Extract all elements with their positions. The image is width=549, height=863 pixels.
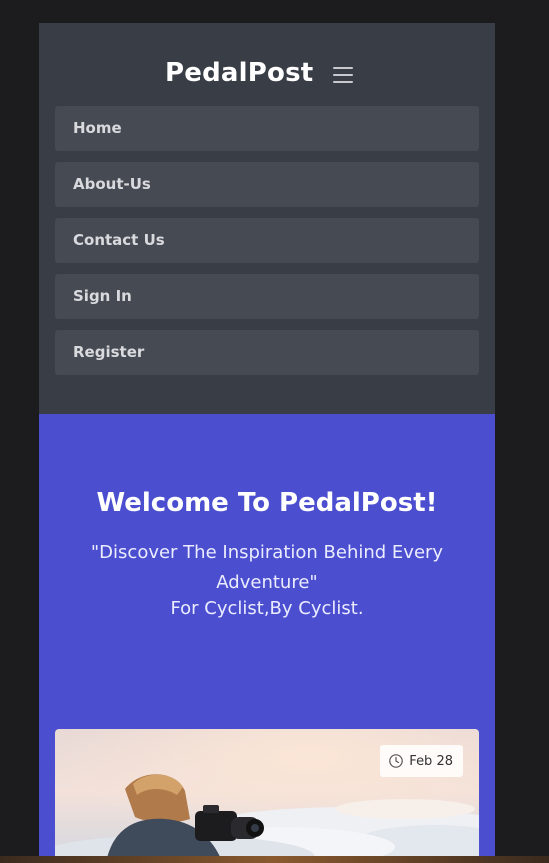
post-date-badge: Feb 28 xyxy=(380,745,463,777)
nav-link-home[interactable]: Home xyxy=(55,106,479,151)
nav-menu: Home About-Us Contact Us Sign In Registe… xyxy=(55,106,479,386)
hero-tagline: For Cyclist,By Cyclist. xyxy=(170,598,364,619)
hero-subtitle: "Discover The Inspiration Behind Every A… xyxy=(90,542,444,593)
nav-link-about-us[interactable]: About-Us xyxy=(55,162,479,207)
hero-title: Welcome To PedalPost! xyxy=(96,488,438,518)
brand-logo[interactable]: PedalPost xyxy=(165,58,313,88)
bottom-edge xyxy=(0,856,549,863)
navbar: PedalPost Home About-Us Contact Us Sign … xyxy=(39,23,495,414)
post-card[interactable]: Feb 28 xyxy=(55,729,479,863)
page-frame: PedalPost Home About-Us Contact Us Sign … xyxy=(39,23,495,863)
register-button[interactable]: Register xyxy=(55,330,479,375)
clock-icon xyxy=(389,754,404,768)
nav-link-contact-us[interactable]: Contact Us xyxy=(55,218,479,263)
hamburger-icon[interactable] xyxy=(329,63,357,87)
post-date: Feb 28 xyxy=(409,753,453,769)
sign-in-button[interactable]: Sign In xyxy=(55,274,479,319)
